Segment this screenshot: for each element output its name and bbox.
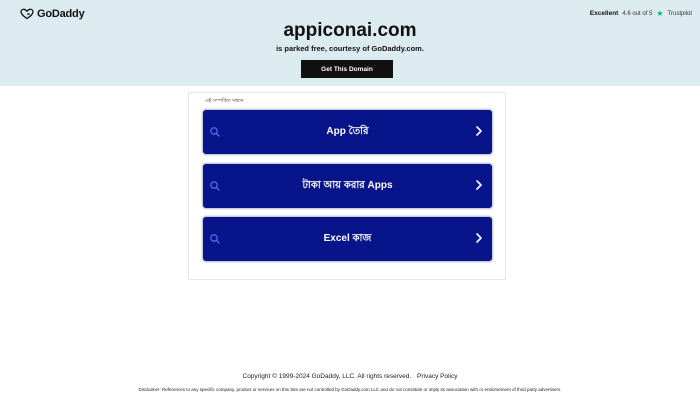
get-this-domain-button[interactable]: Get This Domain — [301, 60, 393, 78]
disclaimer-text: Disclaimer: References to any specific c… — [138, 387, 562, 392]
trustpilot-provider: Trustpilot — [667, 10, 692, 17]
copyright-text: Copyright © 1999-2024 GoDaddy, LLC. All … — [242, 373, 412, 380]
chevron-right-icon — [476, 180, 482, 190]
chevron-right-icon — [476, 233, 482, 243]
trustpilot-rating-word: Excellent — [589, 10, 619, 17]
related-link[interactable]: Excel কাজ — [202, 216, 493, 262]
search-icon — [210, 181, 220, 191]
trustpilot-star-icon: ★ — [656, 8, 664, 18]
related-link-label: App তৈরি — [326, 125, 369, 137]
related-link-label: টাকা আয় করার Apps — [302, 179, 393, 191]
related-searches-label: এই সম্পর্কিত সন্ধান — [205, 98, 244, 104]
header: GoDaddy Excellent 4.6 out of 5 ★ Trustpi… — [0, 0, 700, 86]
chevron-right-icon — [476, 126, 482, 136]
godaddy-logo-icon — [20, 8, 34, 20]
privacy-policy-link[interactable]: Privacy Policy — [417, 373, 457, 380]
search-icon — [210, 127, 220, 137]
related-searches-panel: এই সম্পর্কিত সন্ধান App তৈরি টাকা আয় কর… — [188, 92, 506, 280]
trustpilot-score: 4.6 out of 5 — [622, 10, 653, 17]
copyright-line: Copyright © 1999-2024 GoDaddy, LLC. All … — [0, 373, 700, 380]
search-icon — [210, 234, 220, 244]
trustpilot-widget[interactable]: Excellent 4.6 out of 5 ★ Trustpilot — [589, 8, 692, 18]
related-link[interactable]: টাকা আয় করার Apps — [202, 163, 493, 209]
godaddy-logo[interactable]: GoDaddy — [20, 8, 85, 20]
brand-name: GoDaddy — [37, 8, 85, 20]
related-link[interactable]: App তৈরি — [202, 109, 493, 155]
domain-name: appiconai.com — [283, 20, 417, 41]
parked-tagline: is parked free, courtesy of GoDaddy.com. — [276, 44, 424, 53]
related-link-label: Excel কাজ — [323, 232, 372, 244]
